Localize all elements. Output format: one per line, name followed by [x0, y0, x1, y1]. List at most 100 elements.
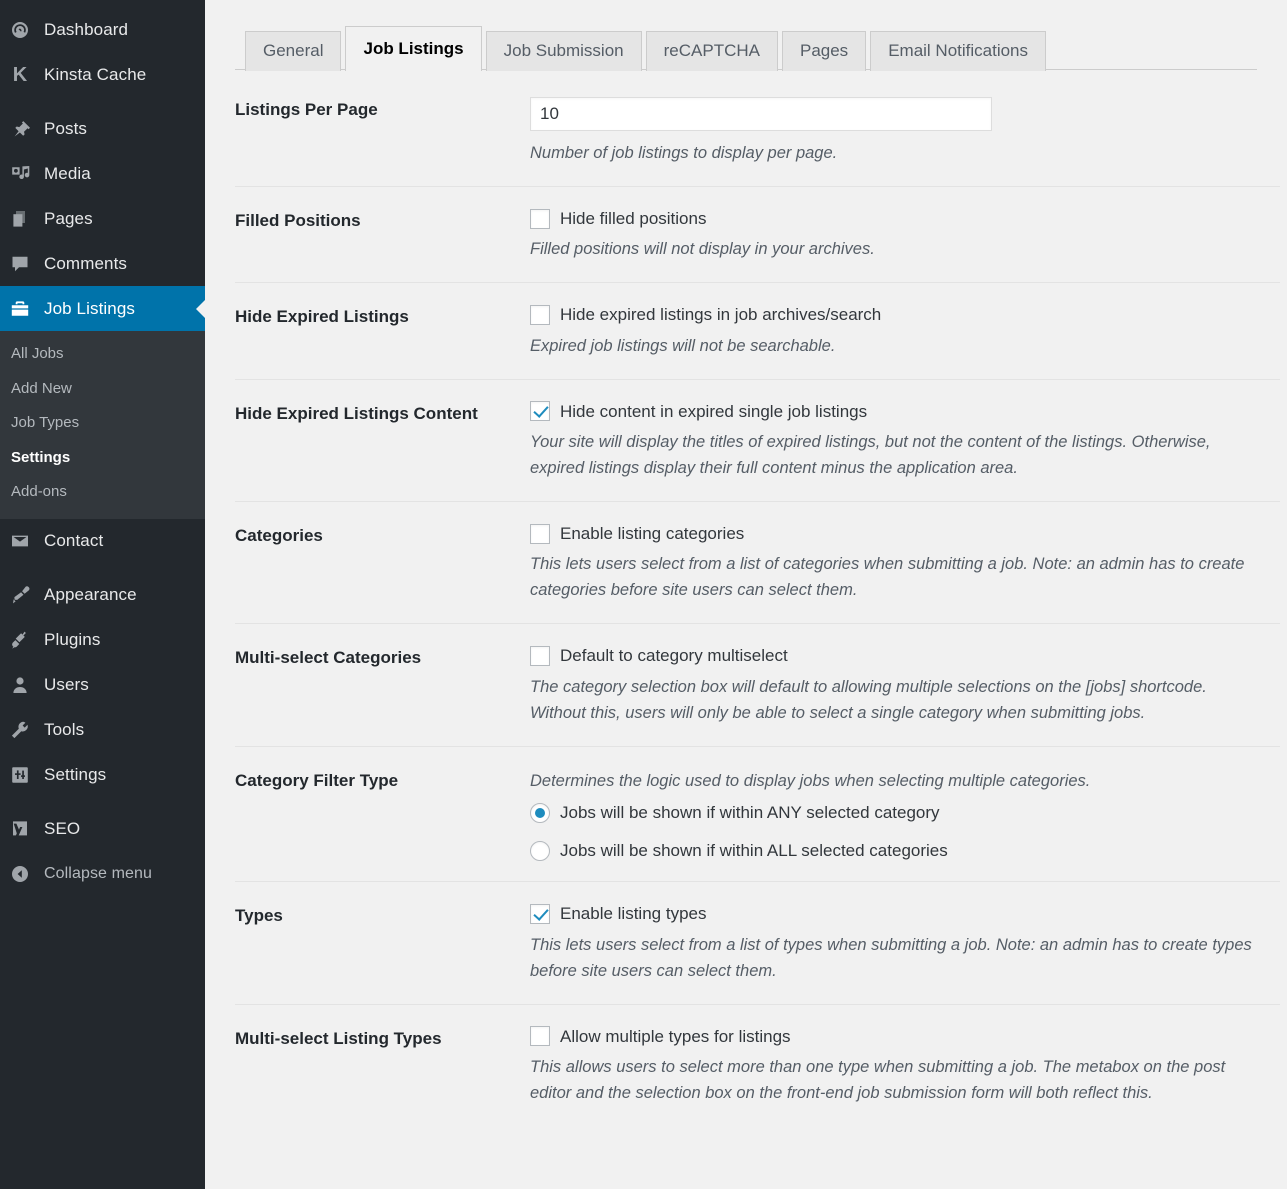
admin-sidebar: Dashboard K Kinsta Cache Posts Media Pag…	[0, 0, 205, 1189]
tab-general[interactable]: General	[245, 31, 341, 71]
setting-description: Number of job listings to display per pa…	[530, 140, 1255, 166]
tab-job-listings[interactable]: Job Listings	[345, 26, 481, 71]
checkbox-label[interactable]: Default to category multiselect	[560, 645, 788, 666]
checkbox-label[interactable]: Hide expired listings in job archives/se…	[560, 304, 881, 325]
checkbox-label[interactable]: Enable listing categories	[560, 523, 744, 544]
setting-description: The category selection box will default …	[530, 674, 1255, 726]
kinsta-k-icon: K	[9, 64, 31, 86]
category-filter-type-radio-group: Jobs will be shown if within ANY selecte…	[530, 802, 1270, 862]
sidebar-item-seo[interactable]: SEO	[0, 807, 205, 852]
sidebar-item-pages[interactable]: Pages	[0, 196, 205, 241]
hide-filled-positions-checkbox[interactable]	[530, 209, 550, 229]
sidebar-item-plugins[interactable]: Plugins	[0, 618, 205, 663]
setting-label: Filled Positions	[235, 208, 530, 232]
allow-multiple-types-checkbox[interactable]	[530, 1026, 550, 1046]
setting-row-types: Types Enable listing types This lets use…	[235, 882, 1280, 1004]
setting-row-multi-select-categories: Multi-select Categories Default to categ…	[235, 624, 1280, 746]
setting-row-listings-per-page: Listings Per Page Number of job listings…	[235, 76, 1280, 187]
user-icon	[9, 674, 31, 696]
sidebar-item-comments[interactable]: Comments	[0, 241, 205, 286]
enable-listing-types-checkbox[interactable]	[530, 904, 550, 924]
listings-per-page-input[interactable]	[530, 97, 992, 131]
setting-label: Listings Per Page	[235, 97, 530, 121]
collapse-menu-button[interactable]: Collapse menu	[0, 852, 205, 897]
sidebar-item-appearance[interactable]: Appearance	[0, 573, 205, 618]
checkbox-label[interactable]: Hide filled positions	[560, 208, 706, 229]
job-listings-submenu: All Jobs Add New Job Types Settings Add-…	[0, 331, 205, 519]
tab-pages[interactable]: Pages	[782, 31, 866, 71]
radio-label[interactable]: Jobs will be shown if within ALL selecte…	[560, 840, 948, 861]
wrench-icon	[9, 719, 31, 741]
pages-icon	[9, 208, 31, 230]
sidebar-item-users[interactable]: Users	[0, 663, 205, 708]
sidebar-item-tools[interactable]: Tools	[0, 708, 205, 753]
sidebar-item-label: Comments	[44, 254, 127, 274]
sidebar-item-dashboard[interactable]: Dashboard	[0, 7, 205, 52]
setting-label: Hide Expired Listings	[235, 304, 530, 328]
sidebar-item-job-types[interactable]: Job Types	[0, 406, 205, 441]
sidebar-item-posts[interactable]: Posts	[0, 106, 205, 151]
sliders-icon	[9, 764, 31, 786]
sidebar-separator	[0, 97, 205, 106]
envelope-icon	[9, 530, 31, 552]
sidebar-item-label: Job Listings	[44, 299, 135, 319]
setting-label: Categories	[235, 523, 530, 547]
setting-label: Types	[235, 903, 530, 927]
setting-row-hide-expired-listings: Hide Expired Listings Hide expired listi…	[235, 283, 1280, 379]
sidebar-separator	[0, 798, 205, 807]
setting-description: This lets users select from a list of ty…	[530, 932, 1255, 984]
setting-label: Multi-select Listing Types	[235, 1026, 530, 1050]
dashboard-icon	[9, 19, 31, 41]
setting-description: This allows users to select more than on…	[530, 1054, 1255, 1106]
enable-listing-categories-checkbox[interactable]	[530, 524, 550, 544]
checkbox-label[interactable]: Allow multiple types for listings	[560, 1026, 791, 1047]
checkbox-label[interactable]: Hide content in expired single job listi…	[560, 401, 867, 422]
sidebar-item-label: Dashboard	[44, 20, 128, 40]
sidebar-item-contact[interactable]: Contact	[0, 519, 205, 564]
setting-row-category-filter-type: Category Filter Type Determines the logi…	[235, 747, 1280, 883]
hide-expired-content-checkbox[interactable]	[530, 401, 550, 421]
setting-description: Your site will display the titles of exp…	[530, 429, 1255, 481]
sidebar-item-kinsta-cache[interactable]: K Kinsta Cache	[0, 52, 205, 97]
sidebar-item-add-new[interactable]: Add New	[0, 372, 205, 407]
sidebar-item-label: Posts	[44, 119, 87, 139]
sidebar-item-label: Contact	[44, 531, 103, 551]
setting-row-hide-expired-listings-content: Hide Expired Listings Content Hide conte…	[235, 380, 1280, 502]
setting-description: Determines the logic used to display job…	[530, 768, 1255, 794]
sidebar-item-media[interactable]: Media	[0, 151, 205, 196]
sidebar-item-label: Media	[44, 164, 91, 184]
yoast-seo-icon	[9, 818, 31, 840]
sidebar-item-label: Appearance	[44, 585, 137, 605]
setting-description: Expired job listings will not be searcha…	[530, 333, 1255, 359]
sidebar-item-all-jobs[interactable]: All Jobs	[0, 337, 205, 372]
setting-label: Multi-select Categories	[235, 645, 530, 669]
tab-email-notifications[interactable]: Email Notifications	[870, 31, 1046, 71]
sidebar-separator	[0, 564, 205, 573]
tab-recaptcha[interactable]: reCAPTCHA	[646, 31, 778, 71]
default-category-multiselect-checkbox[interactable]	[530, 646, 550, 666]
pin-icon	[9, 118, 31, 140]
settings-tab-bar: General Job Listings Job Submission reCA…	[235, 23, 1257, 70]
setting-label: Category Filter Type	[235, 768, 530, 792]
wordpress-admin-screen: Dashboard K Kinsta Cache Posts Media Pag…	[0, 0, 1287, 1189]
setting-label: Hide Expired Listings Content	[235, 401, 530, 425]
checkbox-label[interactable]: Enable listing types	[560, 903, 706, 924]
sidebar-item-label: Tools	[44, 720, 84, 740]
paintbrush-icon	[9, 584, 31, 606]
sidebar-item-job-listings[interactable]: Job Listings	[0, 286, 205, 331]
sidebar-item-settings[interactable]: Settings	[0, 441, 205, 476]
sidebar-item-add-ons[interactable]: Add-ons	[0, 475, 205, 510]
tab-job-submission[interactable]: Job Submission	[486, 31, 642, 71]
sidebar-item-label: Users	[44, 675, 89, 695]
sidebar-item-label: Kinsta Cache	[44, 65, 146, 85]
category-filter-any-radio[interactable]	[530, 803, 550, 823]
setting-description: This lets users select from a list of ca…	[530, 551, 1255, 603]
radio-label[interactable]: Jobs will be shown if within ANY selecte…	[560, 802, 940, 823]
category-filter-all-radio[interactable]	[530, 841, 550, 861]
setting-row-categories: Categories Enable listing categories Thi…	[235, 502, 1280, 624]
sidebar-item-label: Pages	[44, 209, 93, 229]
settings-form: Listings Per Page Number of job listings…	[235, 70, 1280, 1126]
setting-description: Filled positions will not display in you…	[530, 236, 1255, 262]
hide-expired-listings-checkbox[interactable]	[530, 305, 550, 325]
sidebar-item-settings[interactable]: Settings	[0, 753, 205, 798]
